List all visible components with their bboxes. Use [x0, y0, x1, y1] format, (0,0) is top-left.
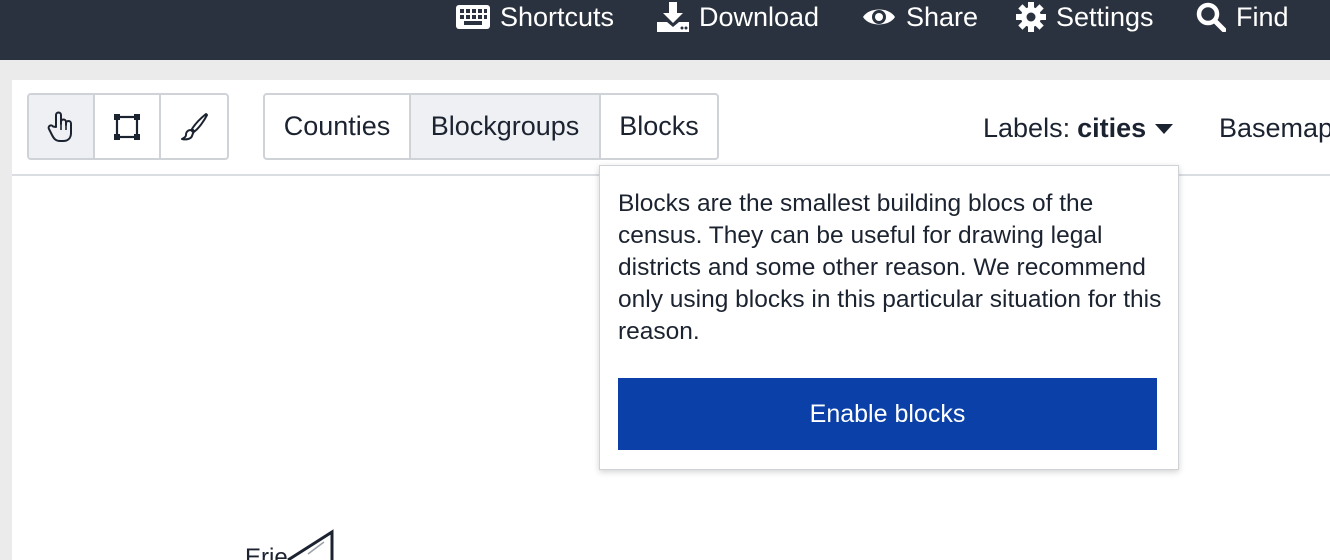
unit-button-group: Counties Blockgroups Blocks: [263, 93, 719, 160]
brush-tool-button[interactable]: [161, 95, 227, 158]
pan-tool-button[interactable]: [29, 95, 95, 158]
blocks-button[interactable]: Blocks: [601, 95, 717, 158]
popover-description: Blocks are the smallest building blocs o…: [618, 190, 1162, 345]
share-label: Share: [906, 1, 979, 32]
eye-icon: [863, 9, 895, 25]
top-navigation-bar: Shortcuts Download Share Settings Find: [0, 0, 1330, 60]
paintbrush-icon: [181, 112, 208, 140]
shortcuts-button[interactable]: Shortcuts: [456, 0, 614, 34]
caret-down-icon: [1155, 124, 1174, 134]
enable-blocks-button[interactable]: Enable blocks: [618, 378, 1157, 450]
search-icon: [1196, 2, 1226, 32]
share-button[interactable]: Share: [862, 0, 978, 34]
basemap-label: Basemap: [1219, 112, 1330, 143]
labels-value: cities: [1077, 112, 1147, 143]
settings-label: Settings: [1056, 1, 1154, 32]
map-city-label: Erie: [245, 544, 288, 560]
rectangle-select-icon: [114, 113, 140, 140]
settings-button[interactable]: Settings: [1016, 0, 1154, 34]
find-label: Find: [1236, 1, 1289, 32]
keyboard-icon: [456, 5, 490, 29]
find-button[interactable]: Find: [1196, 0, 1289, 34]
counties-button[interactable]: Counties: [265, 95, 411, 158]
labels-prefix: Labels:: [983, 112, 1071, 143]
hand-pointer-icon: [47, 111, 72, 142]
download-icon: [657, 2, 689, 32]
download-label: Download: [699, 1, 820, 32]
map-toolbar: Counties Blockgroups Blocks Labels: citi…: [12, 80, 1330, 176]
map-region-outline: [287, 529, 334, 560]
rectangle-select-tool-button[interactable]: [95, 95, 161, 158]
download-button[interactable]: Download: [657, 0, 819, 34]
shortcuts-label: Shortcuts: [500, 1, 615, 32]
tool-button-group: [27, 93, 229, 160]
blocks-info-popover: Blocks are the smallest building blocs o…: [599, 165, 1179, 470]
labels-dropdown[interactable]: Labels: cities: [983, 110, 1174, 146]
gear-icon: [1016, 2, 1046, 32]
blockgroups-button[interactable]: Blockgroups: [411, 95, 601, 158]
basemap-dropdown[interactable]: Basemap: [1219, 110, 1330, 146]
